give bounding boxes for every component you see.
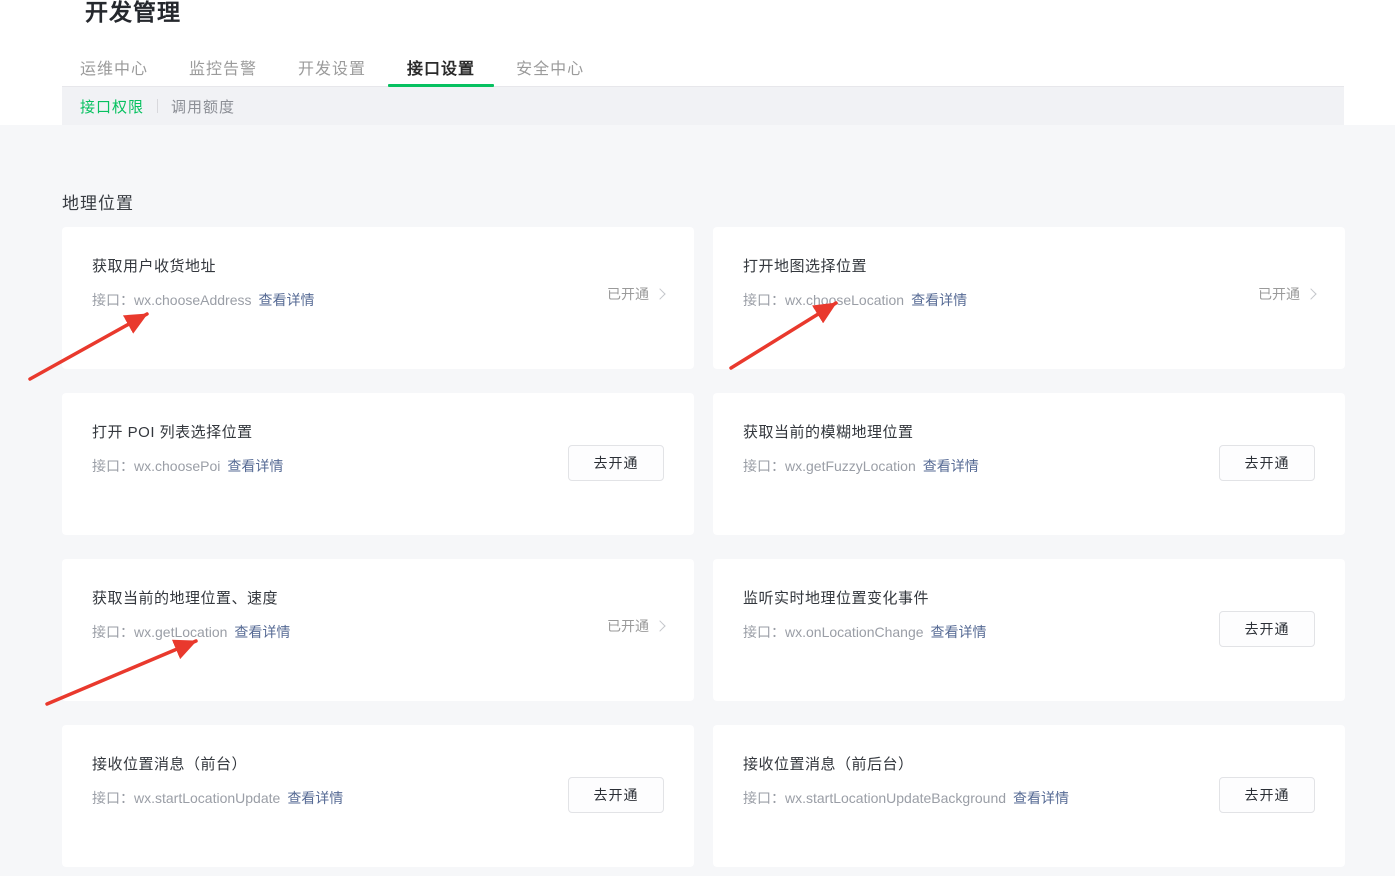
api-card-6: 接收位置消息（前台） 接口：wx.startLocationUpdate 查看详… bbox=[62, 725, 694, 867]
api-card-title: 获取当前的地理位置、速度 bbox=[92, 587, 664, 608]
api-label: 接口： bbox=[743, 788, 785, 808]
api-cards-grid: 获取用户收货地址 接口：wx.chooseAddress 查看详情 已开通 打开… bbox=[62, 227, 1345, 867]
api-name: wx.getLocation bbox=[134, 624, 227, 640]
api-name: wx.onLocationChange bbox=[785, 624, 924, 640]
activate-button[interactable]: 去开通 bbox=[568, 777, 664, 813]
view-details-link[interactable]: 查看详情 bbox=[259, 290, 315, 310]
api-label: 接口： bbox=[92, 788, 134, 808]
api-name: wx.startLocationUpdate bbox=[134, 790, 280, 806]
api-card-title: 监听实时地理位置变化事件 bbox=[743, 587, 1315, 608]
content-area: 地理位置 获取用户收货地址 接口：wx.chooseAddress 查看详情 已… bbox=[0, 125, 1395, 876]
api-label: 接口： bbox=[92, 456, 134, 476]
api-card-title: 打开地图选择位置 bbox=[743, 255, 1315, 276]
api-info-line: 接口：wx.chooseLocation 查看详情 bbox=[743, 290, 1315, 310]
tab-3[interactable]: 接口设置 bbox=[407, 47, 475, 86]
chevron-right-icon bbox=[1305, 288, 1316, 299]
subtab-1[interactable]: 调用额度 bbox=[171, 96, 235, 117]
api-card-7: 接收位置消息（前后台） 接口：wx.startLocationUpdateBac… bbox=[713, 725, 1345, 867]
api-card-title: 获取用户收货地址 bbox=[92, 255, 664, 276]
api-label: 接口： bbox=[743, 290, 785, 310]
api-label: 接口： bbox=[743, 456, 785, 476]
api-card-1: 打开地图选择位置 接口：wx.chooseLocation 查看详情 已开通 bbox=[713, 227, 1345, 369]
subtab-0[interactable]: 接口权限 bbox=[80, 96, 144, 117]
subtab-bar: 接口权限 调用额度 bbox=[62, 87, 1344, 125]
api-label: 接口： bbox=[743, 622, 785, 642]
api-info-line: 接口：wx.getLocation 查看详情 bbox=[92, 622, 664, 642]
tab-bar: 运维中心 监控告警 开发设置 接口设置 安全中心 bbox=[62, 47, 1344, 87]
api-info-line: 接口：wx.chooseAddress 查看详情 bbox=[92, 290, 664, 310]
activate-button[interactable]: 去开通 bbox=[1219, 445, 1315, 481]
tab-4[interactable]: 安全中心 bbox=[516, 47, 584, 86]
api-name: wx.startLocationUpdateBackground bbox=[785, 790, 1006, 806]
api-card-5: 监听实时地理位置变化事件 接口：wx.onLocationChange 查看详情… bbox=[713, 559, 1345, 701]
api-card-0: 获取用户收货地址 接口：wx.chooseAddress 查看详情 已开通 bbox=[62, 227, 694, 369]
view-details-link[interactable]: 查看详情 bbox=[287, 788, 343, 808]
api-card-3: 获取当前的模糊地理位置 接口：wx.getFuzzyLocation 查看详情 … bbox=[713, 393, 1345, 535]
api-name: wx.getFuzzyLocation bbox=[785, 458, 916, 474]
opened-status[interactable]: 已开通 bbox=[607, 284, 664, 304]
chevron-right-icon bbox=[654, 620, 665, 631]
tab-0[interactable]: 运维中心 bbox=[80, 47, 148, 86]
subtab-divider bbox=[157, 99, 158, 113]
activate-button[interactable]: 去开通 bbox=[568, 445, 664, 481]
api-name: wx.chooseAddress bbox=[134, 292, 252, 308]
view-details-link[interactable]: 查看详情 bbox=[923, 456, 979, 476]
view-details-link[interactable]: 查看详情 bbox=[911, 290, 967, 310]
api-card-title: 接收位置消息（前后台） bbox=[743, 753, 1315, 774]
page-title: 开发管理 bbox=[85, 0, 181, 27]
opened-status[interactable]: 已开通 bbox=[607, 616, 664, 636]
api-name: wx.choosePoi bbox=[134, 458, 220, 474]
api-card-title: 打开 POI 列表选择位置 bbox=[92, 421, 664, 442]
opened-status-label: 已开通 bbox=[607, 616, 649, 636]
activate-button[interactable]: 去开通 bbox=[1219, 777, 1315, 813]
activate-button[interactable]: 去开通 bbox=[1219, 611, 1315, 647]
view-details-link[interactable]: 查看详情 bbox=[931, 622, 987, 642]
opened-status-label: 已开通 bbox=[607, 284, 649, 304]
tab-1[interactable]: 监控告警 bbox=[189, 47, 257, 86]
api-card-title: 获取当前的模糊地理位置 bbox=[743, 421, 1315, 442]
page-header: 开发管理 运维中心 监控告警 开发设置 接口设置 安全中心 bbox=[0, 0, 1395, 87]
view-details-link[interactable]: 查看详情 bbox=[234, 622, 290, 642]
api-card-4: 获取当前的地理位置、速度 接口：wx.getLocation 查看详情 已开通 bbox=[62, 559, 694, 701]
api-card-2: 打开 POI 列表选择位置 接口：wx.choosePoi 查看详情 去开通 bbox=[62, 393, 694, 535]
section-title: 地理位置 bbox=[62, 189, 1395, 214]
opened-status-label: 已开通 bbox=[1258, 284, 1300, 304]
api-name: wx.chooseLocation bbox=[785, 292, 904, 308]
chevron-right-icon bbox=[654, 288, 665, 299]
view-details-link[interactable]: 查看详情 bbox=[1013, 788, 1069, 808]
api-label: 接口： bbox=[92, 290, 134, 310]
api-card-title: 接收位置消息（前台） bbox=[92, 753, 664, 774]
view-details-link[interactable]: 查看详情 bbox=[227, 456, 283, 476]
opened-status[interactable]: 已开通 bbox=[1258, 284, 1315, 304]
api-label: 接口： bbox=[92, 622, 134, 642]
tab-2[interactable]: 开发设置 bbox=[298, 47, 366, 86]
